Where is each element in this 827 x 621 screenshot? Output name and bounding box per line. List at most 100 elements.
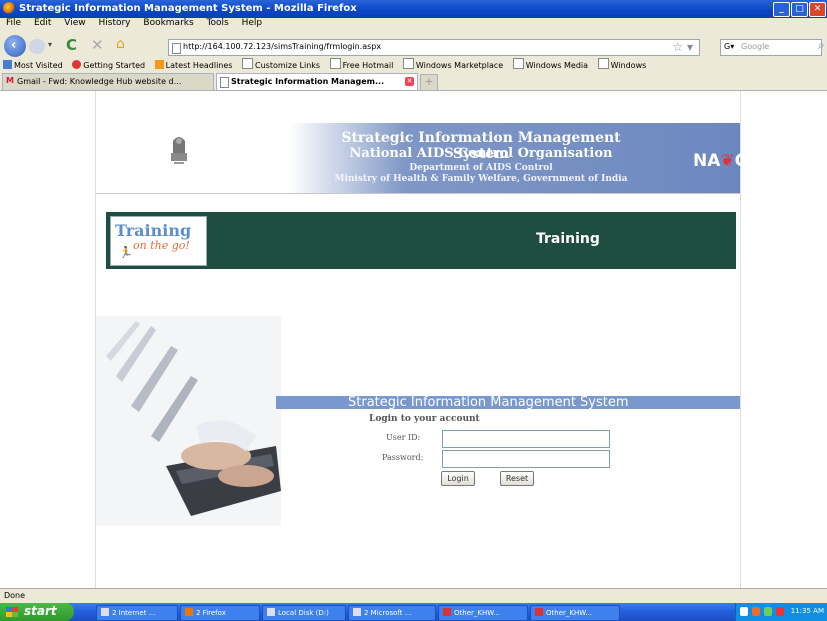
tray-icon[interactable] [752, 607, 760, 616]
tray-icon[interactable] [764, 607, 772, 616]
window-title: Strategic Information Management System … [19, 3, 357, 14]
start-button[interactable]: start [0, 603, 74, 621]
taskbar-item-label: 2 Microsoft ... [364, 609, 412, 617]
national-emblem-icon [171, 137, 187, 164]
banner-org: National AIDS Control Organisation [349, 146, 613, 161]
taskbar-item-other-khw-1[interactable]: Other_KHW... [438, 605, 528, 621]
tab-gmail[interactable]: M Gmail - Fwd: Knowledge Hub website d..… [2, 73, 214, 90]
bookmark-getting-started[interactable]: Getting Started [72, 60, 145, 70]
page-icon [220, 77, 229, 88]
page-icon [242, 58, 253, 69]
firefox-bookmark-icon [72, 60, 82, 69]
clock: 11:35 AM [790, 607, 824, 615]
system-tray: 11:35 AM [735, 603, 827, 621]
taskbar-item-firefox[interactable]: 2 Firefox [180, 605, 260, 621]
window-title-bar: Strategic Information Management System … [0, 0, 827, 18]
tab-label: Gmail - Fwd: Knowledge Hub website d... [17, 77, 182, 86]
training-logo-tagline: on the go! [133, 239, 190, 252]
bookmark-windows[interactable]: Windows [597, 58, 646, 70]
tab-strategic-info[interactable]: Strategic Information Managem... ✕ [216, 73, 418, 90]
powerpoint-icon [443, 608, 451, 616]
drive-icon [267, 608, 275, 616]
bookmark-free-hotmail[interactable]: Free Hotmail [329, 58, 393, 70]
menu-bookmarks[interactable]: Bookmarks [143, 18, 193, 28]
naco-logo: NA❦CO [693, 151, 762, 171]
training-header-bar: Training on the go! 🏃 Training [106, 212, 736, 269]
page-icon [512, 58, 524, 69]
history-dropdown-icon[interactable]: ▾ [48, 40, 52, 49]
bookmark-star-icon[interactable]: ☆ ▾ [672, 40, 693, 54]
bookmark-windows-marketplace[interactable]: Windows Marketplace [402, 58, 503, 70]
menu-tools[interactable]: Tools [207, 18, 229, 28]
status-bar: Done [0, 588, 827, 603]
menu-history[interactable]: History [98, 18, 130, 28]
bookmark-most-visited[interactable]: Most Visited [3, 60, 63, 70]
search-go-icon[interactable]: ⌕ [818, 38, 825, 53]
forward-button[interactable] [29, 39, 45, 54]
home-icon[interactable]: ⌂ [116, 36, 125, 52]
taskbar-item-internet[interactable]: 2 Internet ... [96, 605, 178, 621]
tab-label: Strategic Information Managem... [231, 77, 385, 86]
menu-help[interactable]: Help [242, 18, 263, 28]
bookmark-customize-links[interactable]: Customize Links [242, 58, 320, 70]
search-placeholder: Google [741, 42, 770, 51]
page-icon [402, 58, 414, 69]
taskbar-item-local-disk[interactable]: Local Disk (D:) [262, 605, 346, 621]
reset-button[interactable]: Reset [500, 471, 534, 486]
login-subtitle: Login to your account [369, 414, 480, 424]
google-search-icon[interactable]: G▾ [724, 42, 734, 51]
user-id-label: User ID: [386, 433, 421, 442]
tab-bar: M Gmail - Fwd: Knowledge Hub website d..… [0, 72, 827, 91]
bookmark-windows-media[interactable]: Windows Media [512, 58, 588, 70]
banner-ministry: Ministry of Health & Family Welfare, Gov… [334, 174, 628, 184]
page-content: Strategic Information Management System … [95, 91, 762, 588]
tray-icon[interactable] [776, 607, 784, 616]
red-ribbon-icon: ❦ [720, 151, 735, 171]
bookmarks-icon [3, 60, 12, 69]
status-text: Done [4, 591, 26, 600]
bookmark-latest-headlines[interactable]: Latest Headlines [154, 60, 232, 70]
firefox-icon [3, 2, 15, 14]
tray-icon[interactable] [740, 607, 748, 616]
page-icon [597, 58, 609, 69]
rss-icon [154, 60, 164, 69]
naco-logo-left: NA [693, 151, 721, 171]
header-banner: Strategic Information Management System … [96, 123, 762, 194]
start-label: start [24, 604, 57, 618]
menu-edit[interactable]: Edit [34, 18, 51, 28]
stop-icon[interactable]: ✕ [91, 36, 104, 54]
system-title-bar: Strategic Information Management System [276, 396, 740, 409]
maximize-button[interactable]: □ [791, 2, 808, 17]
back-arrow-icon: ‹ [11, 38, 17, 53]
banner-department: Department of AIDS Control [409, 163, 553, 173]
taskbar-item-label: 2 Internet ... [112, 609, 156, 617]
taskbar-item-other-khw-2[interactable]: Other_KHW... [530, 605, 620, 621]
login-button[interactable]: Login [441, 471, 475, 486]
naco-logo-right: CO [734, 151, 762, 171]
running-figures-icon: 🏃 [119, 246, 133, 259]
training-heading: Training [536, 231, 600, 247]
taskbar-item-label: Other_KHW... [454, 609, 501, 617]
minimize-button[interactable]: _ [773, 2, 790, 17]
taskbar-item-microsoft[interactable]: 2 Microsoft ... [348, 605, 436, 621]
tab-close-icon[interactable]: ✕ [405, 77, 414, 86]
windows-taskbar: start 2 Internet ... 2 Firefox Local Dis… [0, 603, 827, 621]
address-bar[interactable]: http://164.100.72.123/simsTraining/frmlo… [168, 39, 700, 56]
system-title: Strategic Information Management System [348, 395, 629, 410]
menu-view[interactable]: View [64, 18, 85, 28]
reload-icon[interactable]: C [66, 36, 77, 54]
search-bar[interactable]: G▾ Google [720, 39, 822, 56]
powerpoint-icon [535, 608, 543, 616]
menu-file[interactable]: File [6, 18, 21, 28]
training-logo: Training on the go! 🏃 [110, 216, 207, 266]
taskbar-item-label: 2 Firefox [196, 609, 226, 617]
close-button[interactable]: ✕ [809, 2, 826, 17]
password-input[interactable] [442, 450, 610, 468]
page-icon [329, 58, 341, 69]
page-icon [172, 43, 181, 54]
navigation-toolbar: ‹ ▾ C ✕ ⌂ http://164.100.72.123/simsTrai… [0, 32, 827, 58]
keyboard-hands-image [96, 316, 281, 526]
new-tab-button[interactable]: + [420, 74, 438, 91]
user-id-input[interactable] [442, 430, 610, 448]
training-logo-word: Training [115, 221, 192, 240]
